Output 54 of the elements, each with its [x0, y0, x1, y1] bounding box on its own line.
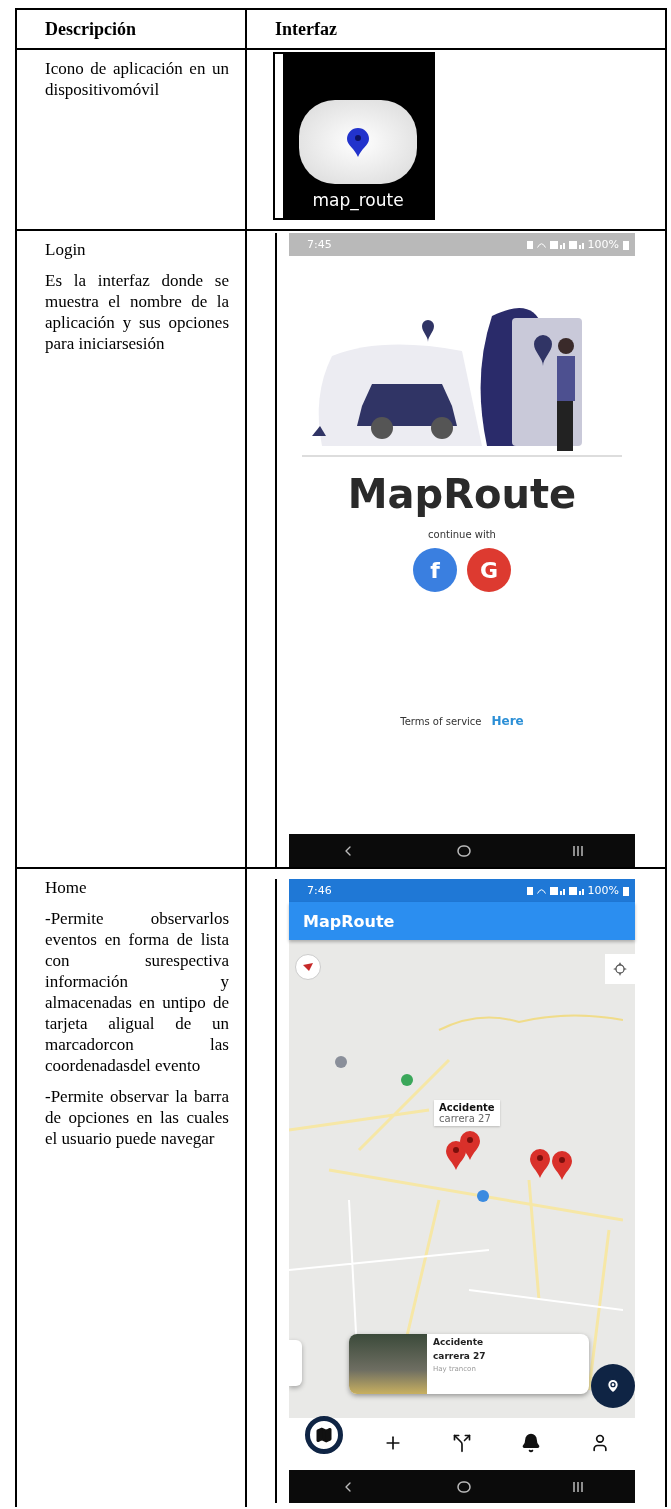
column-header-text: Interfaz — [275, 18, 337, 40]
map-marker-icon[interactable] — [551, 1150, 573, 1180]
my-location-button[interactable] — [605, 954, 635, 984]
wifi-icon — [536, 241, 546, 248]
park-icon — [401, 1074, 413, 1086]
description-text: -Permite observarlos eventos en forma de lista con surespectiva información y almacenadas en untipo de tarjeta aligual de un marcadorcon las coordenadasdel evento — [45, 908, 229, 1076]
home-icon[interactable] — [457, 1480, 471, 1493]
status-time: 7:46 — [307, 884, 332, 897]
app-icon-label: map_route — [312, 190, 404, 210]
recent-apps-icon[interactable] — [572, 844, 585, 857]
home-icon[interactable] — [457, 844, 471, 857]
description-text: Home — [45, 877, 88, 898]
event-card-background — [289, 1340, 302, 1386]
description-text: Icono de aplicación en un dispositivomóvil — [45, 58, 229, 100]
battery-icon — [623, 239, 629, 250]
event-title: Accidente — [433, 1337, 485, 1347]
bell-icon — [521, 1433, 542, 1453]
map-tab[interactable] — [304, 1416, 343, 1454]
app-title: MapRoute — [303, 911, 395, 931]
signal-icon — [549, 240, 565, 249]
map-marker-icon[interactable] — [459, 1130, 481, 1160]
info-window-title: Accidente — [439, 1102, 495, 1113]
google-sign-in-button[interactable]: G — [467, 548, 511, 592]
map-icon — [314, 1426, 333, 1444]
description-text: Es la interfaz donde se muestra el nombre de la aplicación y sus opciones para iniciarsesión — [45, 270, 229, 354]
place-icon — [335, 1056, 347, 1068]
battery-level: 100% — [587, 884, 619, 897]
continue-prompt: continue with — [428, 529, 496, 540]
status-time: 7:45 — [307, 238, 332, 251]
terms-text: Terms of service — [400, 716, 482, 727]
description-text: Login — [45, 239, 87, 260]
compass-icon — [303, 963, 313, 971]
locate-icon — [613, 962, 627, 976]
signal-icon — [549, 886, 565, 895]
battery-level: 100% — [587, 238, 619, 251]
info-window-subtitle: carrera 27 — [439, 1113, 492, 1124]
shopping-icon — [477, 1190, 489, 1202]
facebook-sign-in-button[interactable]: f — [413, 548, 457, 592]
wifi-icon — [536, 887, 546, 894]
app-name: MapRoute — [347, 471, 577, 517]
terms-link[interactable]: Here — [491, 714, 524, 728]
battery-icon — [623, 885, 629, 896]
recent-apps-icon[interactable] — [572, 1480, 585, 1493]
column-header-text: Descripción — [45, 18, 136, 40]
map-marker-icon[interactable] — [529, 1148, 551, 1178]
location-fab[interactable] — [591, 1364, 635, 1408]
signal-icon — [568, 240, 584, 249]
route-icon — [451, 1433, 472, 1453]
signal-icon — [568, 886, 584, 895]
compass-button[interactable] — [295, 954, 321, 980]
location-pin-icon — [605, 1378, 621, 1394]
location-pin-icon — [346, 127, 370, 157]
event-location: carrera 27 — [433, 1351, 486, 1361]
description-text: -Permite observar la barra de opciones en las cuales el usuario puede navegar — [45, 1086, 229, 1149]
